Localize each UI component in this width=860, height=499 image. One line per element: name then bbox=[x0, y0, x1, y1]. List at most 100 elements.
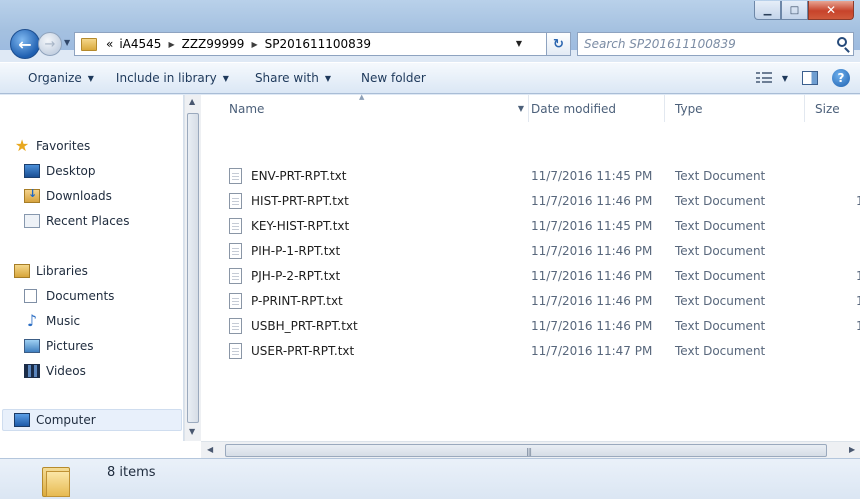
file-date: 11/7/2016 11:46 PM bbox=[531, 318, 653, 333]
nav-documents[interactable]: Documents bbox=[24, 289, 114, 303]
text-file-icon bbox=[229, 192, 242, 209]
text-file-icon bbox=[229, 342, 242, 359]
scroll-down-icon[interactable]: ▼ bbox=[189, 427, 195, 436]
nav-libraries[interactable]: Libraries bbox=[14, 264, 88, 278]
new-folder-button[interactable]: New folder bbox=[341, 71, 436, 85]
file-date: 11/7/2016 11:46 PM bbox=[531, 293, 653, 308]
scroll-left-icon[interactable]: ◀ bbox=[207, 445, 213, 454]
text-file-icon bbox=[229, 317, 242, 334]
details-pane: 8 items bbox=[0, 458, 860, 499]
file-date: 11/7/2016 11:46 PM bbox=[531, 243, 653, 258]
nav-music-label: Music bbox=[46, 314, 81, 328]
column-header-name[interactable]: ▲ Name ▼ bbox=[219, 93, 529, 122]
nav-downloads[interactable]: Downloads bbox=[24, 187, 112, 203]
maximize-icon: □ bbox=[789, 4, 800, 16]
address-overflow[interactable]: « bbox=[106, 37, 113, 51]
include-in-library-menu[interactable]: Include in library ▼ bbox=[104, 71, 239, 85]
nav-libraries-label: Libraries bbox=[36, 264, 88, 278]
search-input[interactable]: Search SP201611100839 bbox=[577, 32, 854, 56]
scrollbar-thumb[interactable]: ||| bbox=[225, 444, 827, 457]
breadcrumb-sp201611100839[interactable]: SP201611100839 bbox=[265, 37, 371, 51]
nav-vertical-scrollbar[interactable]: ▲ ▼ bbox=[184, 95, 201, 441]
nav-pictures[interactable]: Pictures bbox=[24, 339, 94, 353]
close-button[interactable]: ✕ bbox=[808, 1, 854, 20]
view-controls: ▼ ? bbox=[755, 69, 850, 87]
close-icon: ✕ bbox=[825, 3, 837, 17]
file-row[interactable]: PJH-P-2-RPT.txt 11/7/2016 11:46 PM Text … bbox=[201, 263, 860, 288]
column-name-label: Name bbox=[229, 101, 265, 116]
breadcrumb-separator-icon[interactable]: ▶ bbox=[251, 40, 257, 49]
refresh-button[interactable]: ↻ bbox=[547, 32, 571, 56]
address-bar[interactable]: « iA4545 ▶ ZZZ99999 ▶ SP201611100839 ▼ bbox=[74, 32, 547, 56]
file-size: 1 bbox=[856, 318, 860, 333]
file-list: ▲ Name ▼ Date modified Type Size ENV-PRT… bbox=[201, 93, 860, 441]
file-row[interactable]: ENV-PRT-RPT.txt 11/7/2016 11:45 PM Text … bbox=[201, 163, 860, 188]
nav-music[interactable]: ♪ Music bbox=[24, 311, 81, 330]
nav-computer[interactable]: Computer bbox=[14, 413, 96, 427]
column-header-size[interactable]: Size bbox=[805, 95, 860, 122]
nav-videos-label: Videos bbox=[46, 364, 86, 378]
file-date: 11/7/2016 11:46 PM bbox=[531, 268, 653, 283]
file-type: Text Document bbox=[675, 168, 766, 183]
address-dropdown-icon[interactable]: ▼ bbox=[516, 39, 522, 48]
refresh-icon: ↻ bbox=[553, 36, 564, 52]
nav-videos[interactable]: Videos bbox=[24, 364, 86, 378]
scroll-right-icon[interactable]: ▶ bbox=[849, 445, 855, 454]
breadcrumb-zzz99999[interactable]: ZZZ99999 bbox=[182, 37, 245, 51]
file-row[interactable]: HIST-PRT-RPT.txt 11/7/2016 11:46 PM Text… bbox=[201, 188, 860, 213]
organize-label: Organize bbox=[28, 71, 82, 85]
preview-pane-icon[interactable] bbox=[802, 71, 818, 85]
forward-button[interactable]: → bbox=[38, 32, 62, 56]
file-row[interactable]: USBH_PRT-RPT.txt 11/7/2016 11:46 PM Text… bbox=[201, 313, 860, 338]
music-icon: ♪ bbox=[26, 311, 38, 330]
pictures-icon bbox=[24, 339, 40, 353]
caption-buttons: ▁ □ ✕ bbox=[754, 1, 854, 21]
folder-icon bbox=[42, 467, 72, 497]
text-file-icon bbox=[229, 267, 242, 284]
organize-menu[interactable]: Organize ▼ bbox=[0, 71, 104, 85]
share-with-label: Share with bbox=[254, 71, 319, 85]
file-date: 11/7/2016 11:45 PM bbox=[531, 168, 653, 183]
file-name: P-PRINT-RPT.txt bbox=[251, 293, 343, 308]
search-icon[interactable] bbox=[837, 37, 847, 47]
file-size: 1 bbox=[856, 268, 860, 283]
folder-icon bbox=[81, 37, 97, 51]
text-file-icon bbox=[229, 242, 242, 259]
chevron-down-icon: ▼ bbox=[781, 73, 788, 83]
file-name: PJH-P-2-RPT.txt bbox=[251, 268, 341, 283]
help-icon[interactable]: ? bbox=[832, 69, 850, 87]
file-type: Text Document bbox=[675, 193, 766, 208]
nav-favorites[interactable]: ★ Favorites bbox=[14, 138, 90, 154]
scrollbar-grip-icon: ||| bbox=[526, 447, 532, 456]
file-row[interactable]: PIH-P-1-RPT.txt 11/7/2016 11:46 PM Text … bbox=[201, 238, 860, 263]
scrollbar-thumb[interactable] bbox=[187, 113, 199, 423]
back-button[interactable]: ← bbox=[10, 29, 40, 59]
file-date: 11/7/2016 11:46 PM bbox=[531, 193, 653, 208]
share-with-menu[interactable]: Share with ▼ bbox=[239, 71, 341, 85]
text-file-icon bbox=[229, 292, 242, 309]
nav-desktop-label: Desktop bbox=[46, 164, 96, 178]
nav-desktop[interactable]: Desktop bbox=[24, 164, 96, 178]
maximize-button[interactable]: □ bbox=[781, 1, 808, 20]
nav-recent-places[interactable]: Recent Places bbox=[24, 214, 129, 228]
horizontal-scrollbar[interactable]: ◀ ||| ▶ bbox=[201, 441, 860, 458]
column-header-date[interactable]: Date modified bbox=[521, 95, 665, 122]
column-date-label: Date modified bbox=[531, 101, 617, 116]
file-row[interactable]: P-PRINT-RPT.txt 11/7/2016 11:46 PM Text … bbox=[201, 288, 860, 313]
change-view-button[interactable]: ▼ bbox=[755, 72, 788, 84]
chevron-down-icon: ▼ bbox=[324, 73, 331, 83]
recent-pages-dropdown[interactable]: ▼ bbox=[64, 38, 70, 47]
details-view-icon bbox=[755, 72, 772, 84]
file-type: Text Document bbox=[675, 318, 766, 333]
file-row[interactable]: USER-PRT-RPT.txt 11/7/2016 11:47 PM Text… bbox=[201, 338, 860, 363]
forward-arrow-icon: → bbox=[44, 36, 56, 52]
sort-ascending-icon: ▲ bbox=[359, 93, 365, 101]
scroll-up-icon[interactable]: ▲ bbox=[189, 97, 195, 106]
minimize-button[interactable]: ▁ bbox=[754, 1, 781, 20]
minimize-icon: ▁ bbox=[763, 4, 772, 16]
breadcrumb-separator-icon[interactable]: ▶ bbox=[168, 40, 174, 49]
file-type: Text Document bbox=[675, 218, 766, 233]
breadcrumb-ia4545[interactable]: iA4545 bbox=[119, 37, 161, 51]
column-header-type[interactable]: Type bbox=[665, 95, 805, 122]
file-row[interactable]: KEY-HIST-RPT.txt 11/7/2016 11:45 PM Text… bbox=[201, 213, 860, 238]
